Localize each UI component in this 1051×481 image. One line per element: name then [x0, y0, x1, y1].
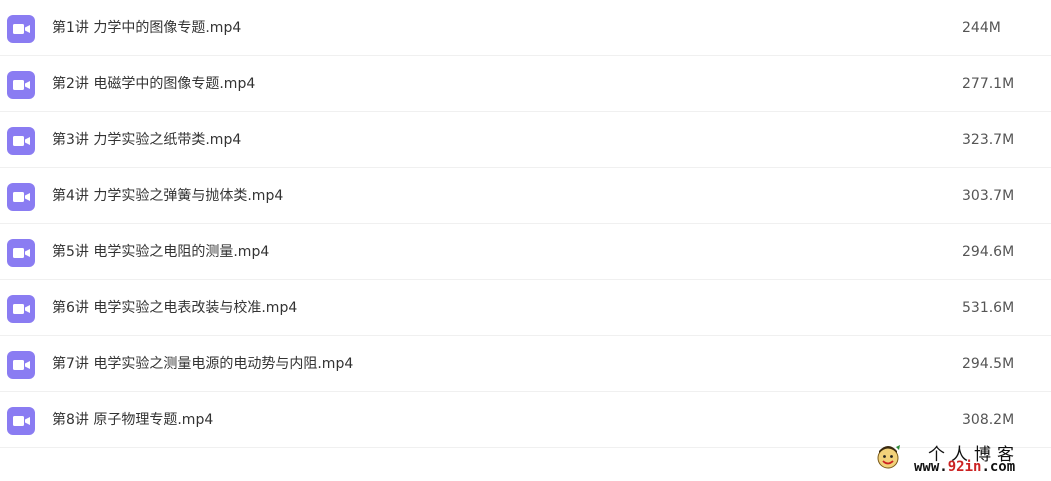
- file-name[interactable]: 第7讲 电学实验之测量电源的电动势与内阻.mp4: [52, 336, 353, 392]
- file-name[interactable]: 第1讲 力学中的图像专题.mp4: [52, 0, 241, 56]
- video-file-icon: [7, 71, 35, 99]
- file-row[interactable]: 第1讲 力学中的图像专题.mp4 244M: [0, 0, 1051, 56]
- watermark-logo-icon: [876, 444, 900, 470]
- file-name[interactable]: 第6讲 电学实验之电表改装与校准.mp4: [52, 280, 297, 336]
- file-size: 294.5M: [962, 356, 1015, 372]
- watermark-url: www.92in.com: [914, 459, 1015, 475]
- video-file-icon: [7, 127, 35, 155]
- watermark: 个人博客 www.92in.com: [876, 440, 1046, 478]
- file-name[interactable]: 第2讲 电磁学中的图像专题.mp4: [52, 56, 255, 112]
- video-file-icon: [7, 407, 35, 435]
- file-size: 323.7M: [962, 132, 1015, 148]
- video-file-icon: [7, 351, 35, 379]
- file-row[interactable]: 第5讲 电学实验之电阻的测量.mp4 294.6M: [0, 224, 1051, 280]
- video-file-icon: [7, 183, 35, 211]
- file-row[interactable]: 第2讲 电磁学中的图像专题.mp4 277.1M: [0, 56, 1051, 112]
- file-row[interactable]: 第6讲 电学实验之电表改装与校准.mp4 531.6M: [0, 280, 1051, 336]
- file-row[interactable]: 第4讲 力学实验之弹簧与抛体类.mp4 303.7M: [0, 168, 1051, 224]
- file-size: 277.1M: [962, 76, 1015, 92]
- file-name[interactable]: 第5讲 电学实验之电阻的测量.mp4: [52, 224, 269, 280]
- file-row[interactable]: 第3讲 力学实验之纸带类.mp4 323.7M: [0, 112, 1051, 168]
- video-file-icon: [7, 15, 35, 43]
- video-file-icon: [7, 295, 35, 323]
- watermark-url-prefix: www.: [914, 459, 948, 475]
- video-file-icon: [7, 239, 35, 267]
- file-name[interactable]: 第4讲 力学实验之弹簧与抛体类.mp4: [52, 168, 283, 224]
- file-size: 303.7M: [962, 188, 1015, 204]
- watermark-url-suffix: .com: [981, 459, 1016, 475]
- file-size: 244M: [962, 20, 1001, 36]
- file-name[interactable]: 第8讲 原子物理专题.mp4: [52, 392, 213, 448]
- file-size: 294.6M: [962, 244, 1015, 260]
- file-list: 第1讲 力学中的图像专题.mp4 244M 第2讲 电磁学中的图像专题.mp4 …: [0, 0, 1051, 448]
- watermark-url-accent: 92in: [947, 459, 982, 475]
- file-name[interactable]: 第3讲 力学实验之纸带类.mp4: [52, 112, 241, 168]
- file-row[interactable]: 第7讲 电学实验之测量电源的电动势与内阻.mp4 294.5M: [0, 336, 1051, 392]
- file-size: 531.6M: [962, 300, 1015, 316]
